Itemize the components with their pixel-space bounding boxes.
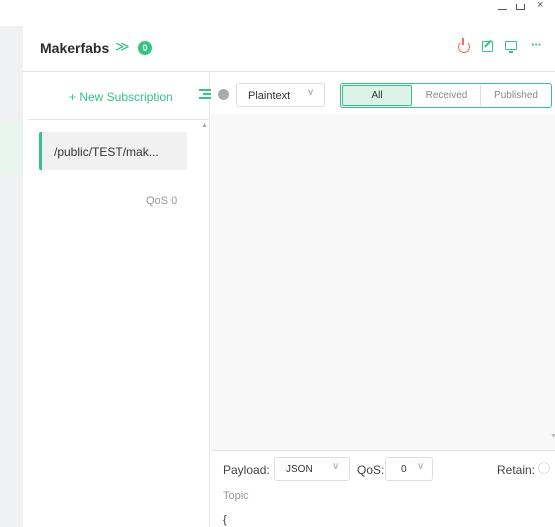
qos-label: QoS: bbox=[357, 463, 385, 477]
connections-sidebar bbox=[0, 26, 23, 527]
maximize-icon[interactable] bbox=[515, 2, 525, 12]
new-subscription-button[interactable]: + New Subscription bbox=[69, 90, 173, 104]
topic-input[interactable]: Topic bbox=[223, 490, 249, 502]
tab-all[interactable]: All bbox=[342, 85, 412, 106]
qos-value: 0 bbox=[401, 464, 407, 475]
retain-toggle[interactable] bbox=[538, 462, 550, 474]
close-icon[interactable]: × bbox=[537, 0, 555, 12]
chevron-down-icon: ∨ bbox=[417, 461, 425, 472]
retain-label: Retain: bbox=[497, 463, 536, 477]
subscription-qos: QoS 0 bbox=[146, 195, 178, 207]
tab-received[interactable]: Received bbox=[413, 85, 481, 106]
message-list[interactable] bbox=[211, 114, 555, 450]
title-bar bbox=[0, 0, 555, 26]
subscription-topic: /public/TEST/mak... bbox=[54, 145, 159, 159]
chevron-down-icon: ∨ bbox=[307, 87, 315, 98]
compose-panel bbox=[211, 450, 555, 527]
payload-editor[interactable]: { bbox=[223, 514, 227, 526]
message-count-badge: 0 bbox=[138, 41, 152, 55]
double-chevron-icon[interactable]: ≫ bbox=[115, 38, 130, 55]
connection-name: Makerfabs bbox=[40, 40, 110, 56]
more-icon[interactable]: ··· bbox=[531, 37, 542, 52]
tab-published[interactable]: Published bbox=[481, 85, 551, 106]
filter-icon[interactable] bbox=[199, 88, 211, 100]
edit-icon[interactable] bbox=[482, 41, 493, 52]
power-icon[interactable] bbox=[458, 38, 470, 53]
qos-select[interactable] bbox=[385, 457, 433, 481]
payload-type-value: JSON bbox=[286, 464, 313, 475]
payload-format-value: Plaintext bbox=[248, 90, 291, 102]
payload-label: Payload: bbox=[223, 463, 270, 477]
minimize-icon[interactable] bbox=[496, 2, 510, 12]
scroll-up-icon[interactable]: ▲ bbox=[201, 122, 209, 130]
chevron-down-icon: ∨ bbox=[332, 461, 340, 472]
scroll-down-icon[interactable]: ▼ bbox=[550, 433, 555, 440]
screen-icon[interactable] bbox=[505, 41, 517, 53]
status-dot bbox=[218, 89, 229, 100]
